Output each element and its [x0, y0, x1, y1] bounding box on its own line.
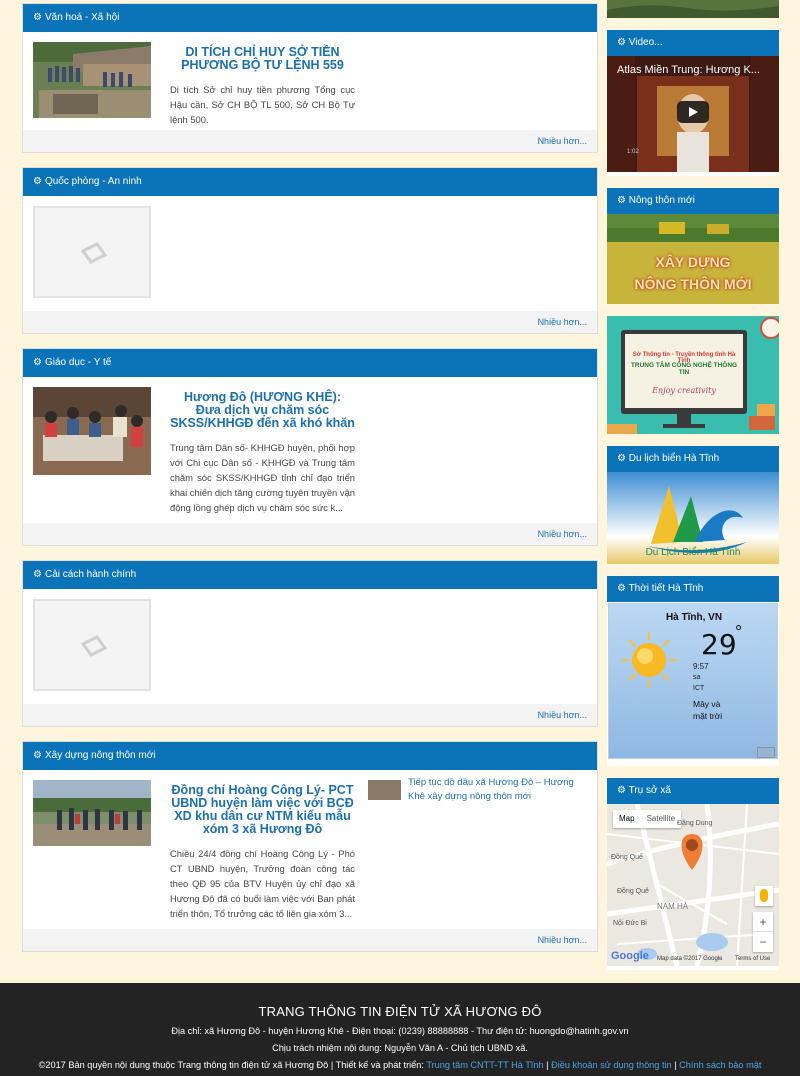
footer-link-cntt[interactable]: Trung tâm CNTT-TT Hà Tĩnh — [426, 1060, 543, 1070]
map-tab-satellite[interactable]: Satellite — [641, 814, 681, 823]
footer-link-terms[interactable]: Điều khoản sử dụng thông tin — [551, 1060, 672, 1070]
dulich-caption: Du Lịch Biển Hà Tĩnh — [645, 547, 741, 558]
article-thumbnail[interactable] — [33, 387, 151, 475]
map-label: Đồng Quê — [617, 888, 649, 895]
site-footer: TRANG THÔNG TIN ĐIỆN TỬ XÃ HƯƠNG ĐÔ Địa … — [0, 983, 800, 1076]
section-giao-duc-y-te: ⚙ Giáo dục - Y tế Hương Đô (HƯƠNG KHÊ): Đ… — [22, 348, 598, 546]
article-title[interactable]: DI TÍCH CHỈ HUY SỞ TIỀN PHƯƠNG BỘ TƯ LỆN… — [170, 46, 355, 72]
footer-title: TRANG THÔNG TIN ĐIỆN TỬ XÃ HƯƠNG ĐÔ — [258, 1004, 542, 1019]
article-summary: Di tích Sở chỉ huy tiền phương Tổng cục … — [170, 84, 355, 125]
cntt-banner[interactable]: Sở Thông tin - Truyền thông tỉnh Hà Tĩnh… — [607, 316, 779, 434]
map-label: Đồng Quế — [611, 854, 643, 861]
article-title[interactable]: Hương Đô (HƯƠNG KHÊ): Đưa dịch vụ chăm s… — [170, 391, 355, 430]
footer-responsible: Chịu trách nhiệm nội dung: Nguyễn Văn A … — [272, 1043, 528, 1053]
section-header[interactable]: ⚙ Văn hoá - Xã hội — [23, 4, 597, 32]
dulich-banner[interactable]: Du Lịch Biển Hà Tĩnh — [607, 472, 779, 564]
more-link[interactable]: Nhiều hơn... — [538, 317, 587, 327]
zoom-in-button[interactable]: + — [753, 912, 773, 932]
video-widget: ⚙ Video... Atlas Miền Trung: Hương K... … — [607, 30, 779, 176]
gear-icon: ⚙ — [33, 569, 42, 580]
cntt-text-3: Enjoy creativity — [652, 386, 716, 395]
article-summary: Chiều 24/4 đồng chí Hoàng Công Lý - Phó … — [170, 848, 355, 919]
video-player[interactable]: Atlas Miền Trung: Hương K... 1:02 — [607, 56, 779, 172]
map-tab-map[interactable]: Map — [613, 814, 641, 823]
cntt-text-2: TRUNG TÂM CÔNG NGHỆ THÔNG TIN — [630, 362, 738, 376]
related-article[interactable]: Tiếp tục dồ dầu xã Hương Đô – Hương Khê … — [368, 776, 593, 804]
placeholder-image — [33, 599, 151, 691]
google-logo: Google — [611, 950, 649, 962]
section-header[interactable]: ⚙ Cải cách hành chính — [23, 561, 597, 589]
gear-icon: ⚙ — [33, 357, 42, 368]
more-link[interactable]: Nhiều hơn... — [538, 935, 587, 945]
pegman-icon[interactable] — [755, 886, 773, 906]
ntm-banner-text-1: XÂY DỰNG — [655, 254, 731, 270]
section-header[interactable]: ⚙ Giáo dục - Y tế — [23, 349, 597, 377]
video-duration: 1:02 — [627, 149, 639, 155]
map-label: Nội Đức Bi — [613, 920, 647, 927]
more-link[interactable]: Nhiều hơn... — [538, 710, 587, 720]
weather-time: 9:57 — [693, 662, 709, 671]
zoom-out-button[interactable]: − — [753, 932, 773, 952]
related-article-link[interactable]: Tiếp tục dồ dầu xã Hương Đô – Hương Khê … — [408, 776, 593, 804]
weather-degree: ° — [735, 622, 743, 642]
article-thumbnail[interactable] — [33, 42, 151, 118]
related-thumbnail[interactable] — [368, 780, 401, 800]
weather-city: Hà Tĩnh, VN — [665, 612, 723, 623]
weather-temp: 29 — [701, 628, 737, 661]
weather-panel: Hà Tĩnh, VN 29 ° 9:57 sa ICT Mây và mặt … — [608, 603, 778, 759]
gear-icon: ⚙ — [33, 12, 42, 23]
widget-header[interactable]: ⚙ Nông thôn mới — [607, 188, 779, 214]
footer-link-privacy[interactable]: Chính sách bảo mật — [679, 1060, 761, 1070]
footer-address: Địa chỉ: xã Hương Đô - huyện Hương Khê -… — [171, 1026, 629, 1036]
play-button[interactable] — [677, 101, 709, 123]
sidebar-top-image[interactable] — [607, 0, 779, 18]
gear-icon: ⚙ — [33, 176, 42, 187]
section-quoc-phong-an-ninh: ⚙ Quốc phòng - An ninh Nhiều hơn... — [22, 167, 598, 334]
weather-settings-icon[interactable] — [757, 747, 775, 758]
ntm-widget: ⚙ Nông thôn mới XÂY DỰNG NÔNG THÔN MỚI — [607, 188, 779, 304]
more-link[interactable]: Nhiều hơn... — [538, 529, 587, 539]
map-label: Đặng Dung — [677, 820, 713, 827]
widget-header[interactable]: ⚙ Video... — [607, 30, 779, 56]
weather-condition: Mây và mặt trời — [693, 699, 723, 721]
widget-header[interactable]: ⚙ Thời tiết Hà Tĩnh — [607, 576, 779, 602]
gear-icon: ⚙ — [617, 37, 626, 48]
section-xay-dung-nong-thon-moi: ⚙ Xây dựng nông thôn mới Đồng chí Hoàng C… — [22, 741, 598, 952]
ntm-banner-text-2: NÔNG THÔN MỚI — [634, 276, 752, 292]
article-summary: Trung tâm Dân số- KHHGĐ huyện, phối hợp … — [170, 442, 355, 513]
section-header[interactable]: ⚙ Xây dựng nông thôn mới — [23, 742, 597, 770]
ntm-banner[interactable]: XÂY DỰNG NÔNG THÔN MỚI — [607, 214, 779, 304]
map-data-credit: Map data ©2017 Google — [657, 956, 723, 962]
map-type-control: Map Satellite — [613, 810, 682, 828]
gear-icon: ⚙ — [617, 785, 626, 796]
weather-widget: ⚙ Thời tiết Hà Tĩnh Hà Tĩnh, VN 29 ° 9:5… — [607, 576, 779, 766]
main-column: ⚙ Văn hoá - Xã hội DI TÍCH CHỈ HUY SỞ TIỀ… — [22, 0, 598, 964]
gear-icon: ⚙ — [33, 750, 42, 761]
map-terms-link[interactable]: Terms of Use — [735, 956, 770, 962]
more-link[interactable]: Nhiều hơn... — [538, 136, 587, 146]
play-icon — [689, 107, 698, 117]
footer-copyright: ©2017 Bản quyền nội dung thuộc Trang thô… — [38, 1060, 762, 1070]
gear-icon: ⚙ — [617, 195, 626, 206]
article-title[interactable]: Đồng chí Hoàng Công Lý- PCT UBND huyện l… — [170, 784, 355, 836]
video-title[interactable]: Atlas Miền Trung: Hương K... — [617, 64, 760, 76]
map-label: NAM HÀ — [657, 902, 689, 911]
dulich-widget: ⚙ Du lịch biển Hà Tĩnh Du Lịch Biển Hà T… — [607, 446, 779, 564]
section-van-hoa-xa-hoi: ⚙ Văn hoá - Xã hội DI TÍCH CHỈ HUY SỞ TIỀ… — [22, 3, 598, 153]
gear-icon: ⚙ — [617, 453, 626, 464]
weather-timezone: ICT — [693, 685, 705, 692]
weather-ampm: sa — [693, 674, 701, 681]
widget-header[interactable]: ⚙ Du lịch biển Hà Tĩnh — [607, 446, 779, 472]
placeholder-image — [33, 206, 151, 298]
article-thumbnail[interactable] — [33, 780, 151, 846]
section-cai-cach-hanh-chinh: ⚙ Cải cách hành chính Nhiều hơn... — [22, 560, 598, 727]
map-view[interactable]: Map Satellite Đặng Dung Đồng Quế NAM HÀ N… — [607, 804, 779, 966]
zoom-control: + − — [753, 912, 773, 952]
widget-header[interactable]: ⚙ Trụ sở xã — [607, 778, 779, 804]
sidebar: ⚙ Video... Atlas Miền Trung: Hương K... … — [607, 0, 779, 982]
section-header[interactable]: ⚙ Quốc phòng - An ninh — [23, 168, 597, 196]
map-widget: ⚙ Trụ sở xã Map Satellite Đặng Dung Đồng… — [607, 778, 779, 970]
sun-icon — [621, 632, 677, 688]
gear-icon: ⚙ — [617, 583, 626, 594]
